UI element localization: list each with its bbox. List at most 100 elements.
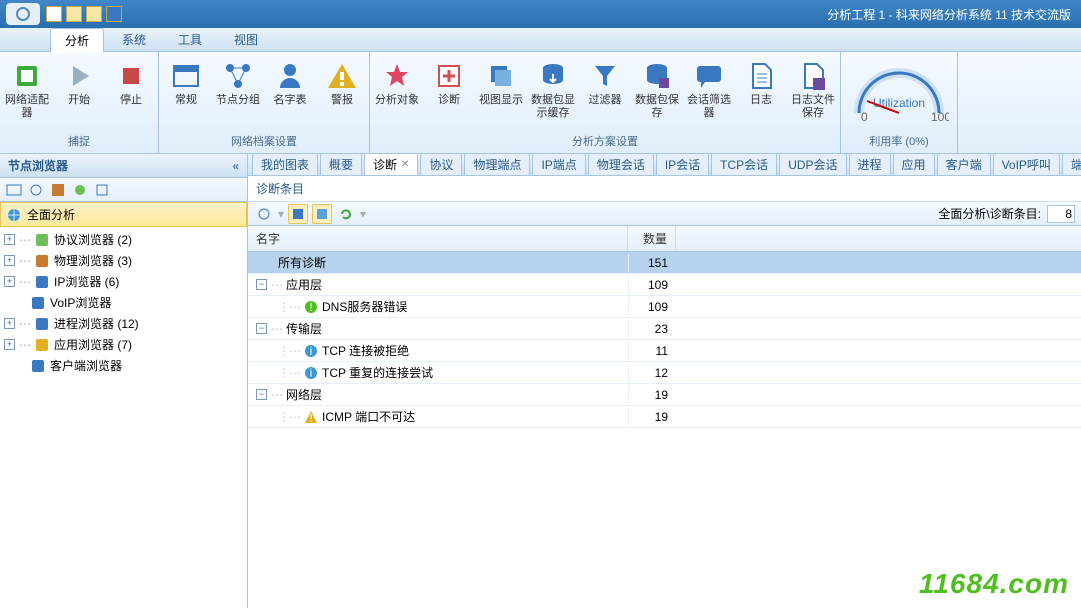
tool-highlight-1[interactable]	[288, 204, 308, 224]
sidebar-tool-3[interactable]	[50, 182, 66, 198]
packet-cache-button[interactable]: 数据包显示缓存	[528, 58, 578, 122]
content-tab[interactable]: 客户端	[937, 154, 991, 175]
content-tab[interactable]: VoIP呼叫	[993, 154, 1060, 175]
content-tab[interactable]: 物理端点	[464, 154, 530, 175]
content-tab[interactable]: 端口	[1062, 154, 1081, 175]
quick-folder-icon[interactable]	[86, 6, 102, 22]
ribbon-label: 过滤器	[589, 94, 622, 107]
content-tab[interactable]: 应用	[893, 154, 935, 175]
quick-new-icon[interactable]	[46, 6, 62, 22]
ribbon-label: 日志文件保存	[790, 94, 836, 120]
view-display-button[interactable]: 视图显示	[476, 58, 526, 109]
svg-text:!: !	[309, 411, 312, 424]
content-tab[interactable]: 诊断✕	[364, 154, 418, 175]
filter-button[interactable]: 过滤器	[580, 58, 630, 109]
collapse-icon[interactable]: −	[256, 389, 267, 400]
name-table-button[interactable]: 名字表	[265, 58, 315, 109]
tab-label: 协议	[429, 156, 453, 173]
grid-row[interactable]: ⋮⋯iTCP 连接被拒绝11	[248, 340, 1081, 362]
ribbon-label: 日志	[750, 94, 772, 107]
sidebar-title: 节点浏览器 «	[0, 154, 247, 178]
grid-row[interactable]: −⋯传输层23	[248, 318, 1081, 340]
utilization-gauge: Utilization 0 100	[843, 54, 955, 131]
sidebar-tool-4[interactable]	[72, 182, 88, 198]
ribbon-label: 视图显示	[479, 94, 523, 107]
quick-copy-icon[interactable]	[66, 6, 82, 22]
collapse-icon[interactable]: «	[232, 159, 239, 173]
tree-node[interactable]: VoIP浏览器	[0, 292, 247, 313]
svg-text:i: i	[310, 366, 313, 380]
tree-node[interactable]: +⋯协议浏览器 (2)	[0, 229, 247, 250]
tab-label: 客户端	[946, 156, 982, 173]
expand-icon[interactable]: +	[4, 255, 15, 266]
tool-highlight-2[interactable]	[312, 204, 332, 224]
grid-row[interactable]: ⋮⋯iTCP 重复的连接尝试12	[248, 362, 1081, 384]
tree-node[interactable]: +⋯进程浏览器 (12)	[0, 313, 247, 334]
grid-row[interactable]: −⋯网络层19	[248, 384, 1081, 406]
tree-node[interactable]: +⋯物理浏览器 (3)	[0, 250, 247, 271]
session-filter-button[interactable]: 会话筛选器	[684, 58, 734, 122]
log-button[interactable]: 日志	[736, 58, 786, 109]
sidebar-tool-2[interactable]	[28, 182, 44, 198]
tab-label: 端口	[1071, 156, 1081, 173]
sidebar-tool-1[interactable]	[6, 182, 22, 198]
expand-icon[interactable]: +	[4, 339, 15, 350]
diagnose-button[interactable]: 诊断	[424, 58, 474, 109]
ribbon-label: 开始	[68, 94, 90, 107]
menu-tab-tools[interactable]: 工具	[164, 28, 216, 51]
menu-tab-analysis[interactable]: 分析	[50, 28, 104, 53]
col-qty[interactable]: 数量	[628, 226, 676, 251]
count-input[interactable]	[1047, 205, 1075, 223]
content-tab[interactable]: IP会话	[656, 154, 709, 175]
grid-row[interactable]: ⋮⋯!ICMP 端口不可达19	[248, 406, 1081, 428]
tool-refresh-icon[interactable]	[336, 204, 356, 224]
row-qty: 19	[628, 408, 676, 426]
doc-save-icon	[797, 60, 829, 92]
quick-save-icon[interactable]	[106, 6, 122, 22]
content-tab[interactable]: TCP会话	[711, 154, 777, 175]
alert-button[interactable]: 警报	[317, 58, 367, 109]
close-icon[interactable]: ✕	[401, 159, 409, 170]
tool-settings-icon[interactable]	[254, 204, 274, 224]
sidebar-title-text: 节点浏览器	[8, 157, 68, 174]
expand-icon[interactable]: +	[4, 318, 15, 329]
start-button[interactable]: 开始	[54, 58, 104, 109]
analysis-object-button[interactable]: 分析对象	[372, 58, 422, 109]
log-save-button[interactable]: 日志文件保存	[788, 58, 838, 122]
sidebar-tool-5[interactable]	[94, 182, 110, 198]
content-tab[interactable]: 协议	[420, 154, 462, 175]
expand-icon[interactable]: +	[4, 276, 15, 287]
tab-label: 进程	[858, 156, 882, 173]
node-group-button[interactable]: 节点分组	[213, 58, 263, 109]
tree-node[interactable]: 客户端浏览器	[0, 355, 247, 376]
sidebar-active-row[interactable]: 全面分析	[0, 202, 247, 227]
packet-save-button[interactable]: 数据包保存	[632, 58, 682, 122]
content-tab[interactable]: UDP会话	[779, 154, 846, 175]
svg-text:i: i	[310, 344, 313, 358]
grid-row[interactable]: −⋯应用层109	[248, 274, 1081, 296]
sidebar-toolbar	[0, 178, 247, 202]
stop-button[interactable]: 停止	[106, 58, 156, 109]
content-tab[interactable]: 我的图表	[252, 154, 318, 175]
col-name[interactable]: 名字	[248, 226, 628, 251]
content-tab[interactable]: IP端点	[532, 154, 585, 175]
ribbon-label: 分析对象	[375, 94, 419, 107]
content-tab[interactable]: 概要	[320, 154, 362, 175]
collapse-icon[interactable]: −	[256, 323, 267, 334]
expand-icon[interactable]: +	[4, 234, 15, 245]
play-icon	[63, 60, 95, 92]
grid-row[interactable]: 所有诊断151	[248, 252, 1081, 274]
collapse-icon[interactable]: −	[256, 279, 267, 290]
tree-node[interactable]: +⋯IP浏览器 (6)	[0, 271, 247, 292]
tree-node[interactable]: +⋯应用浏览器 (7)	[0, 334, 247, 355]
tab-label: IP会话	[665, 156, 700, 173]
menu-tab-system[interactable]: 系统	[108, 28, 160, 51]
row-label: 所有诊断	[278, 254, 326, 271]
adapter-button[interactable]: 网络适配器	[2, 58, 52, 122]
grid-row[interactable]: ⋮⋯!DNS服务器错误109	[248, 296, 1081, 318]
content-tab[interactable]: 进程	[849, 154, 891, 175]
general-button[interactable]: 常规	[161, 58, 211, 109]
content-tab[interactable]: 物理会话	[588, 154, 654, 175]
ribbon-label: 数据包显示缓存	[530, 94, 576, 120]
menu-tab-view[interactable]: 视图	[220, 28, 272, 51]
